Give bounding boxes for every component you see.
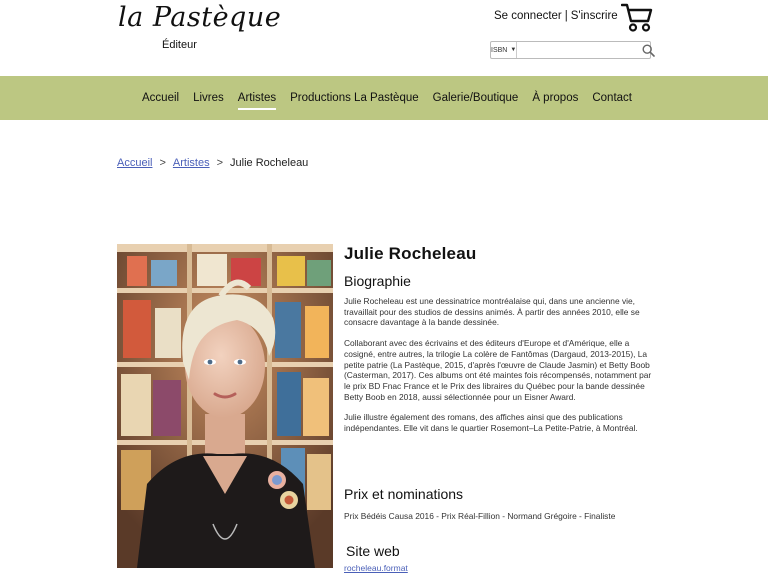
search-input[interactable] xyxy=(517,42,643,58)
breadcrumb: Accueil > Artistes > Julie Rocheleau xyxy=(117,157,308,169)
award-item: Prix Bédéis Causa 2016 - Prix Réal-Filli… xyxy=(344,511,616,521)
site-header: la Pastèque Éditeur Se connecter | S'inscr… xyxy=(0,0,768,76)
nav-item-artistes[interactable]: Artistes xyxy=(237,92,277,110)
website-heading: Site web xyxy=(346,543,400,559)
chevron-down-icon: ▼ xyxy=(510,47,517,53)
search-type-label: ISBN xyxy=(491,46,508,54)
awards-heading: Prix et nominations xyxy=(344,486,464,502)
biography-heading: Biographie xyxy=(344,273,411,289)
search-type-select[interactable]: ISBN ▼ xyxy=(491,42,518,58)
nav-item-contact[interactable]: Contact xyxy=(592,92,632,104)
nav-item-productions[interactable]: Productions La Pastèque xyxy=(290,92,419,104)
nav-item-accueil[interactable]: Accueil xyxy=(142,92,179,104)
nav-item-galerie-boutique[interactable]: Galerie/Boutique xyxy=(433,92,519,104)
nav-item-livres[interactable]: Livres xyxy=(193,92,224,104)
breadcrumb-link-accueil[interactable]: Accueil xyxy=(117,157,152,169)
bio-paragraph: Julie illustre également des romans, des… xyxy=(344,412,638,434)
artist-name: Julie Rocheleau xyxy=(344,244,477,263)
nav-item-a-propos[interactable]: À propos xyxy=(532,92,578,104)
artist-portrait xyxy=(117,244,333,568)
shopping-cart-icon[interactable] xyxy=(620,3,653,33)
breadcrumb-current: Julie Rocheleau xyxy=(230,157,309,169)
bio-paragraph: Collaborant avec des écrivains et des éd… xyxy=(344,338,652,402)
breadcrumb-separator: > xyxy=(216,157,224,169)
main-nav: Accueil Livres Artistes Productions La P… xyxy=(0,76,768,120)
artist-content: Julie Rocheleau Biographie Julie Rochele… xyxy=(344,244,654,434)
breadcrumb-link-artistes[interactable]: Artistes xyxy=(173,157,210,169)
account-separator: | xyxy=(564,10,568,22)
account-links: Se connecter | S'inscrire xyxy=(494,10,618,22)
search-bar: ISBN ▼ xyxy=(490,41,656,59)
signup-link[interactable]: S'inscrire xyxy=(571,10,618,22)
bio-paragraph: Julie Rocheleau est une dessinatrice mon… xyxy=(344,296,640,328)
logo-subtitle: Éditeur xyxy=(162,39,197,51)
search-icon[interactable] xyxy=(642,42,656,58)
site-logo[interactable]: la Pastèque xyxy=(118,2,281,33)
breadcrumb-separator: > xyxy=(159,157,166,169)
website-link[interactable]: rocheleau.format xyxy=(344,563,408,573)
login-link[interactable]: Se connecter xyxy=(494,10,562,22)
